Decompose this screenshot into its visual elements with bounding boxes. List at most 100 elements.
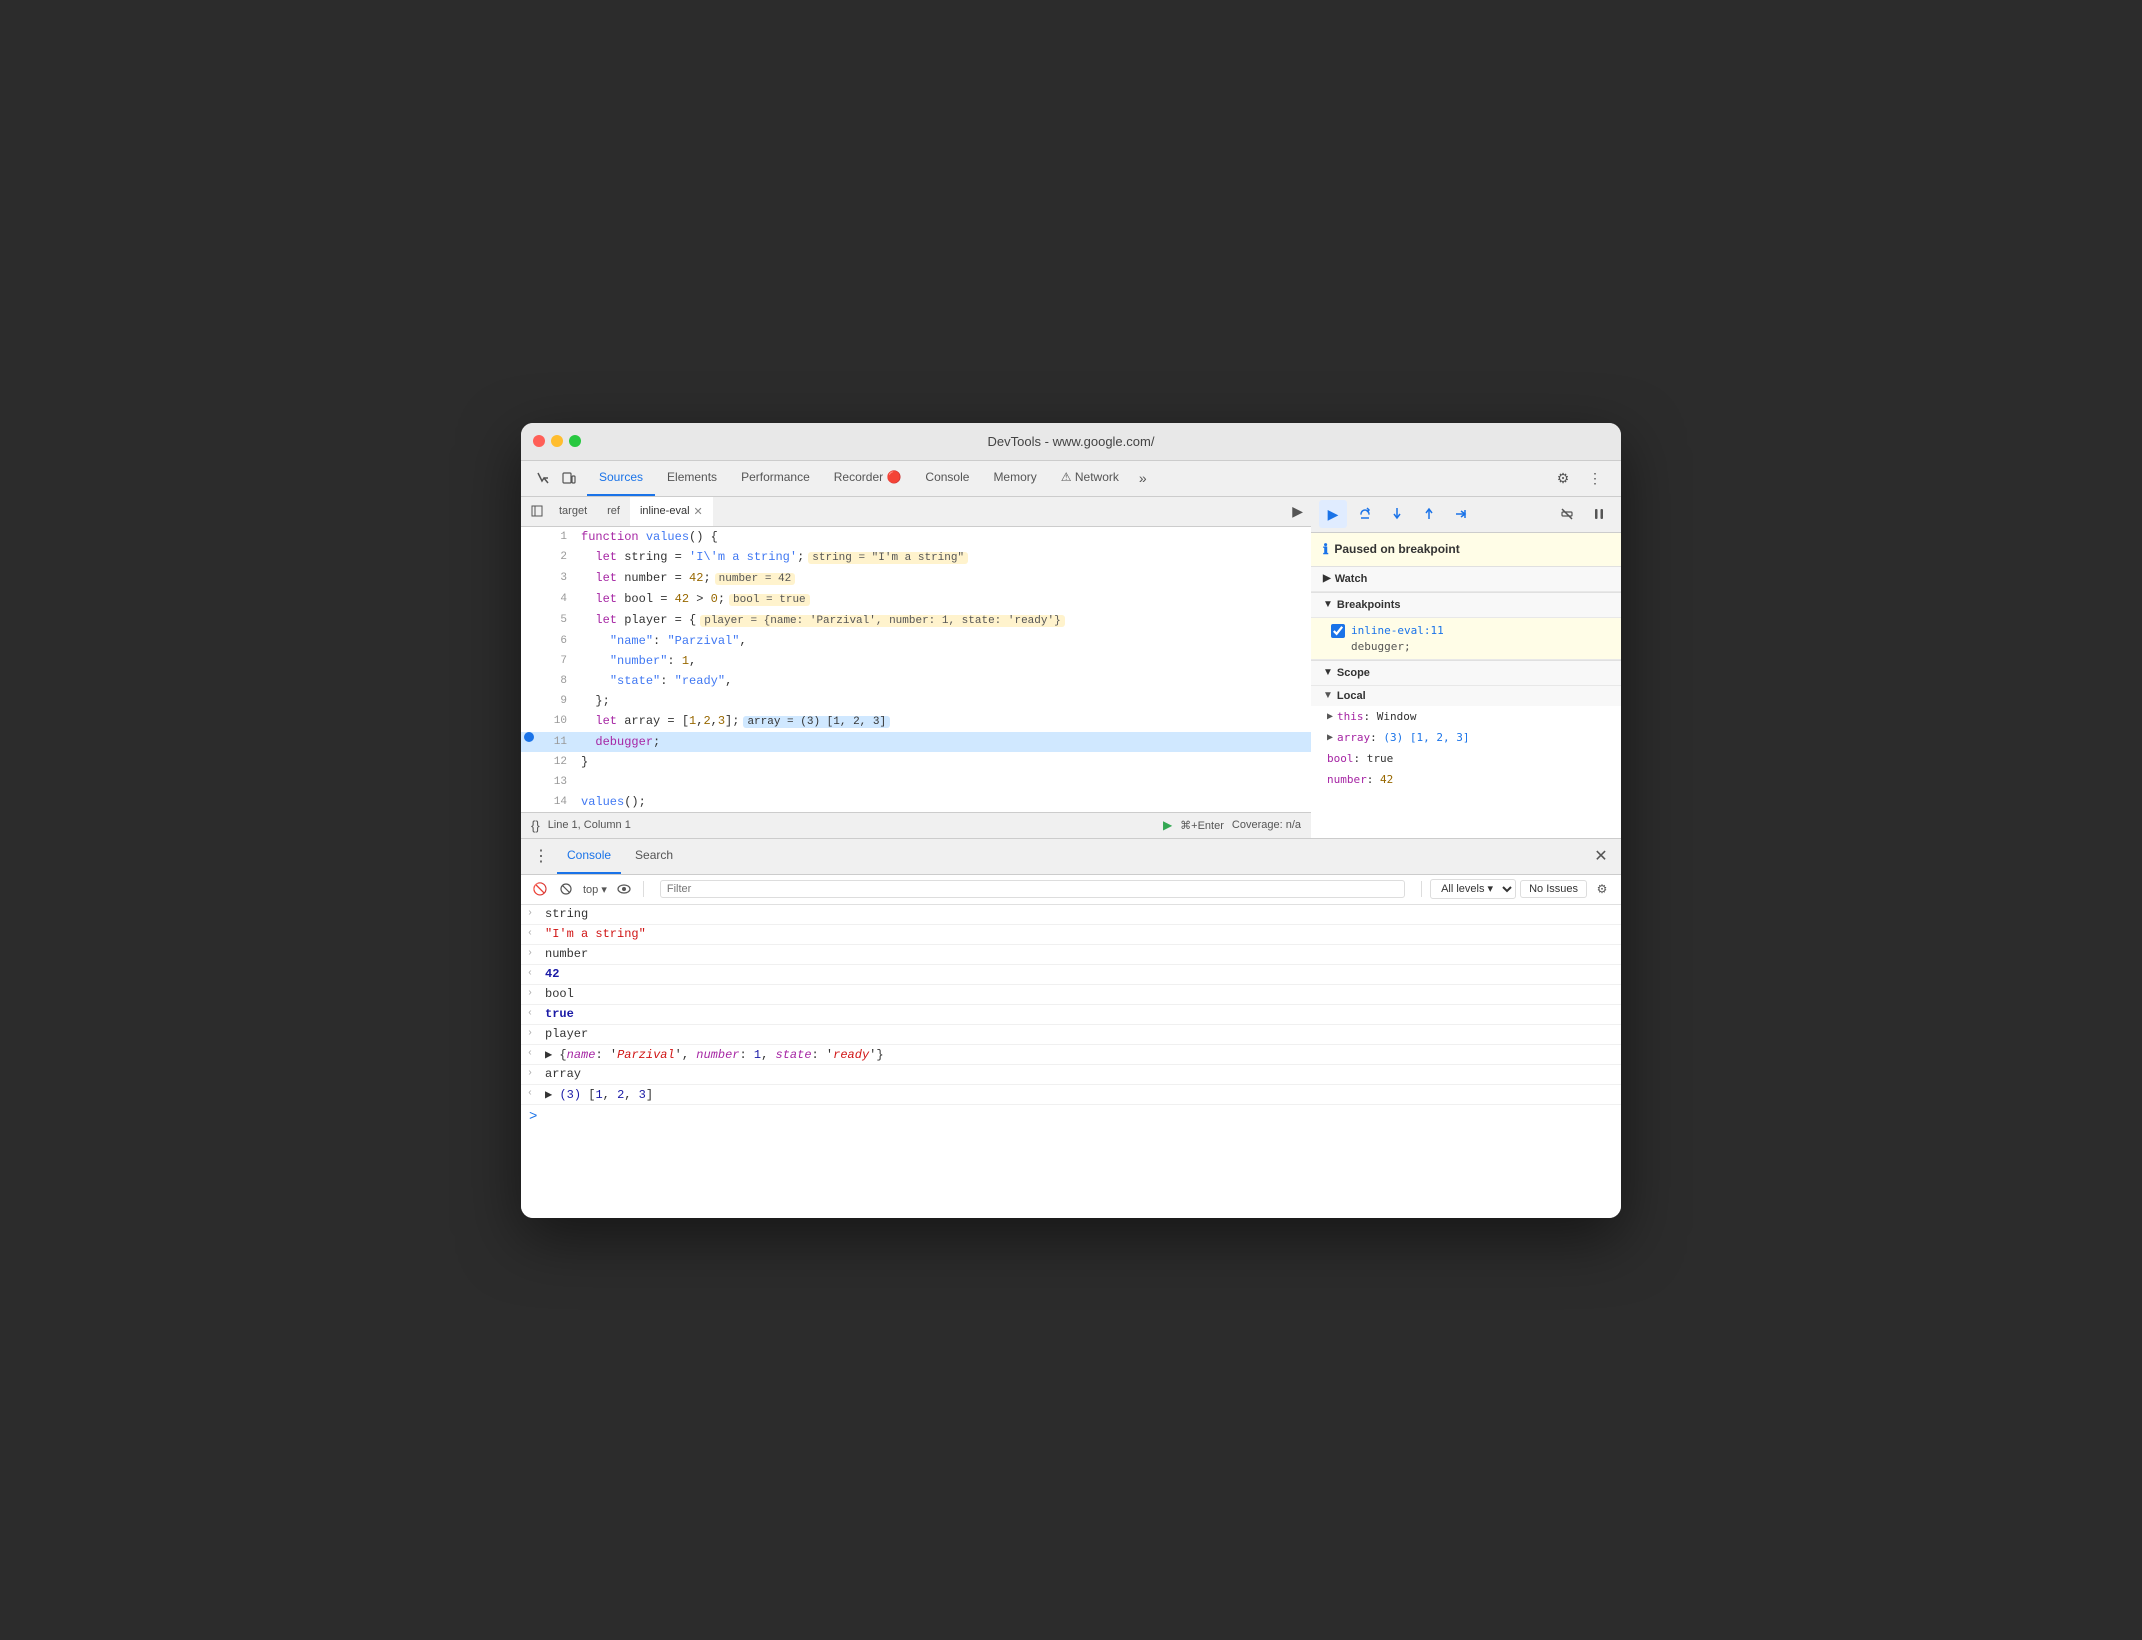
scope-header[interactable]: ▼ Scope <box>1311 661 1621 686</box>
title-bar: DevTools - www.google.com/ <box>521 423 1621 461</box>
tab-recorder[interactable]: Recorder 🔴 <box>822 460 914 496</box>
prompt-icon: > <box>529 1109 537 1125</box>
toolbar-divider <box>643 881 644 897</box>
top-selector[interactable]: top ▾ <box>581 883 609 896</box>
settings-button[interactable]: ⚙ <box>1549 464 1577 492</box>
code-line-9: 9 }; <box>521 691 1311 711</box>
info-icon: ℹ <box>1323 541 1328 558</box>
console-output: › string ‹ "I'm a string" › number ‹ 42 … <box>521 905 1621 1218</box>
return-arrow-icon: ‹ <box>527 928 533 939</box>
deactivate-breakpoints-button[interactable] <box>1553 500 1581 528</box>
watch-label: Watch <box>1335 573 1368 585</box>
watch-section: ▶ Watch <box>1311 567 1621 593</box>
step-over-button[interactable] <box>1351 500 1379 528</box>
console-entry-player-input: › player <box>521 1025 1621 1045</box>
return-arrow-icon-4: ‹ <box>527 1048 533 1059</box>
debugger-toolbar: ▶ <box>1311 497 1621 533</box>
devtools-window: DevTools - www.google.com/ Sources Eleme… <box>521 423 1621 1218</box>
source-tab-ref[interactable]: ref <box>597 497 630 527</box>
watch-header[interactable]: ▶ Watch <box>1311 567 1621 592</box>
tab-memory[interactable]: Memory <box>981 460 1048 496</box>
no-issues-button[interactable]: No Issues <box>1520 880 1587 898</box>
tab-sources[interactable]: Sources <box>587 460 655 496</box>
input-arrow-icon-4: › <box>527 1028 533 1039</box>
console-filter-input[interactable] <box>660 880 1405 898</box>
scope-array[interactable]: ▶ array: (3) [1, 2, 3] <box>1311 727 1621 748</box>
source-tab-bar: target ref inline-eval ✕ ▶ <box>521 497 1311 527</box>
paused-banner: ℹ Paused on breakpoint <box>1311 533 1621 567</box>
breakpoint-gutter-11[interactable] <box>521 732 537 742</box>
block-icon[interactable] <box>555 878 577 900</box>
code-line-7: 7 "number": 1, <box>521 651 1311 671</box>
tab-search[interactable]: Search <box>625 838 683 874</box>
scope-array-label: array: (3) [1, 2, 3] <box>1337 731 1469 744</box>
input-arrow-icon-5: › <box>527 1068 533 1079</box>
run-button[interactable]: ▶ <box>1163 818 1172 832</box>
return-arrow-icon-3: ‹ <box>527 1008 533 1019</box>
maximize-button[interactable] <box>569 435 581 447</box>
breakpoints-label: Breakpoints <box>1337 599 1401 611</box>
local-scope-header[interactable]: ▼ Local <box>1311 686 1621 706</box>
clear-console-button[interactable]: 🚫 <box>529 878 551 900</box>
more-options-button[interactable]: ⋮ <box>1581 464 1609 492</box>
code-line-10: 10 let array = [1,2,3];array = (3) [1, 2… <box>521 711 1311 732</box>
device-icon[interactable] <box>557 466 581 490</box>
console-entry-string-output: ‹ "I'm a string" <box>521 925 1621 945</box>
console-prompt[interactable]: > <box>521 1105 1621 1129</box>
eye-icon[interactable] <box>613 878 635 900</box>
format-icon[interactable]: {} <box>531 818 540 833</box>
scope-this-label: this: Window <box>1337 710 1417 723</box>
scope-this[interactable]: ▶ this: Window <box>1311 706 1621 727</box>
code-line-11: 11 debugger; <box>521 732 1311 752</box>
close-tab-button[interactable]: ✕ <box>694 505 703 518</box>
editor-status-bar: {} Line 1, Column 1 ▶ ⌘+Enter Coverage: … <box>521 812 1311 838</box>
breakpoint-checkbox[interactable] <box>1331 624 1345 638</box>
tab-console-panel[interactable]: Console <box>557 838 621 874</box>
breakpoint-filename: inline-eval:11 <box>1351 624 1444 637</box>
debugger-panel: ▶ <box>1311 497 1621 838</box>
input-arrow-icon: › <box>527 908 533 919</box>
code-editor[interactable]: 1 function values() { 2 let string = 'I\… <box>521 527 1311 812</box>
step-button[interactable] <box>1447 500 1475 528</box>
console-close-button[interactable]: ✕ <box>1589 844 1613 868</box>
this-expand-icon: ▶ <box>1327 711 1333 722</box>
window-title: DevTools - www.google.com/ <box>988 434 1155 449</box>
pause-on-exceptions-button[interactable] <box>1585 500 1613 528</box>
source-tab-inline-eval[interactable]: inline-eval ✕ <box>630 497 713 527</box>
console-menu-button[interactable]: ⋮ <box>529 844 553 868</box>
breakpoints-header[interactable]: ▼ Breakpoints <box>1311 593 1621 618</box>
scope-label: Scope <box>1337 667 1370 679</box>
tab-elements[interactable]: Elements <box>655 460 729 496</box>
code-line-12: 12 } <box>521 752 1311 772</box>
step-out-button[interactable] <box>1415 500 1443 528</box>
code-line-1: 1 function values() { <box>521 527 1311 547</box>
inspect-icon[interactable] <box>531 466 555 490</box>
scope-bool-label: bool: true <box>1327 752 1393 765</box>
local-scope-label: Local <box>1337 690 1366 702</box>
scope-arrow-icon: ▼ <box>1323 667 1333 678</box>
input-arrow-icon-3: › <box>527 988 533 999</box>
tab-network[interactable]: ⚠ Network <box>1049 460 1131 496</box>
console-entry-array-input: › array <box>521 1065 1621 1085</box>
log-level-select[interactable]: All levels ▾ <box>1430 879 1516 899</box>
breakpoints-section: ▼ Breakpoints inline-eval:11 debugger; <box>1311 593 1621 661</box>
more-source-tabs-button[interactable]: ▶ <box>1292 503 1303 520</box>
console-entry-bool-input: › bool <box>521 985 1621 1005</box>
minimize-button[interactable] <box>551 435 563 447</box>
close-button[interactable] <box>533 435 545 447</box>
tab-performance[interactable]: Performance <box>729 460 822 496</box>
more-tabs-button[interactable]: » <box>1131 470 1155 486</box>
traffic-lights <box>533 435 581 447</box>
file-tree-icon[interactable] <box>525 499 549 523</box>
watch-arrow-icon: ▶ <box>1323 573 1331 584</box>
step-into-button[interactable] <box>1383 500 1411 528</box>
tab-console[interactable]: Console <box>913 460 981 496</box>
console-settings-button[interactable]: ⚙ <box>1591 878 1613 900</box>
return-arrow-icon-2: ‹ <box>527 968 533 979</box>
breakpoint-code: debugger; <box>1331 640 1609 653</box>
panels-row: target ref inline-eval ✕ ▶ 1 function va… <box>521 497 1621 838</box>
resume-button[interactable]: ▶ <box>1319 500 1347 528</box>
source-tab-target[interactable]: target <box>549 497 597 527</box>
tab-bar-right: ⚙ ⋮ <box>1549 464 1617 492</box>
local-arrow-icon: ▼ <box>1323 690 1333 701</box>
